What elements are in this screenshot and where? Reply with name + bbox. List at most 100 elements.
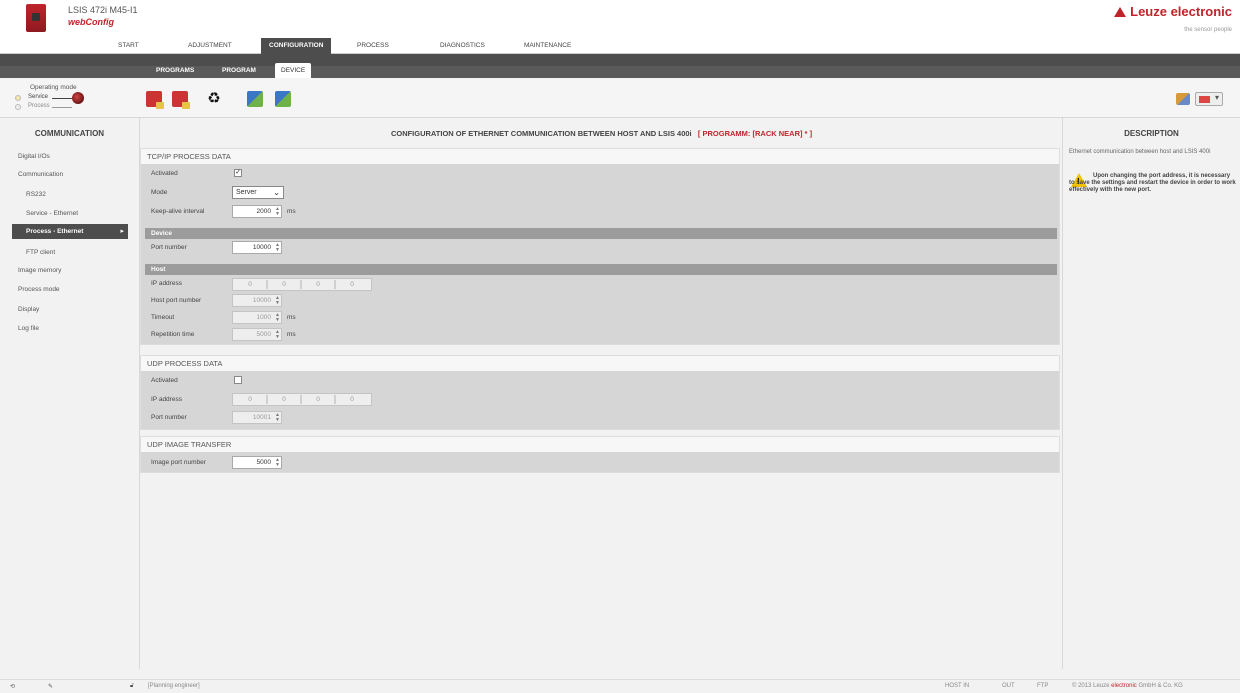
- operating-mode-label: Operating mode: [30, 84, 77, 91]
- spinner-icon[interactable]: ▲ ▼: [275, 243, 280, 253]
- status-host-in: HOST IN: [945, 683, 970, 689]
- image-port-input[interactable]: 5000 ▲ ▼: [232, 456, 282, 469]
- host-subheader: Host: [145, 264, 1057, 275]
- process-indicator-icon: [15, 104, 21, 110]
- copyright-brand: electronic: [1111, 683, 1137, 689]
- ip-octet-2: 0: [282, 396, 286, 403]
- service-mode-option[interactable]: Service: [28, 94, 48, 100]
- spinner-icon[interactable]: ▲ ▼: [275, 313, 280, 323]
- timeout-unit: ms: [287, 314, 296, 321]
- keepalive-input[interactable]: 2000 ▲ ▼: [232, 205, 282, 218]
- repetition-input[interactable]: 5000 ▲ ▼: [232, 328, 282, 341]
- sidebar-item-ftp-client[interactable]: FTP client: [26, 249, 55, 256]
- sidebar-title: COMMUNICATION: [34, 129, 105, 138]
- sidebar-item-label: Process - Ethernet: [26, 228, 84, 235]
- host-ip-input[interactable]: 0 0 0 0: [232, 278, 372, 291]
- timeout-label: Timeout: [151, 314, 175, 321]
- tab-diagnostics[interactable]: DIAGNOSTICS: [432, 38, 493, 54]
- host-subheader-label: Host: [151, 266, 166, 273]
- sidebar-item-log-file[interactable]: Log file: [18, 325, 39, 332]
- user-icon[interactable]: [1176, 93, 1190, 105]
- process-line: [52, 107, 72, 108]
- timeout-input[interactable]: 1000 ▲ ▼: [232, 311, 282, 324]
- tab-maintenance[interactable]: MAINTENANCE: [516, 38, 579, 54]
- page-title-text: CONFIGURATION OF ETHERNET COMMUNICATION …: [390, 129, 692, 138]
- program-reference: [ PROGRAMM: [RACK NEAR] * ]: [697, 129, 813, 138]
- host-port-input[interactable]: 10000 ▲ ▼: [232, 294, 282, 307]
- download-config-button[interactable]: [146, 91, 164, 109]
- tab-start[interactable]: START: [110, 38, 147, 54]
- status-out: OUT: [1002, 683, 1015, 689]
- sidebar-item-process-ethernet[interactable]: Process - Ethernet ▸: [12, 224, 128, 239]
- ip-separator: [334, 395, 336, 404]
- tcpip-activated-label: Activated: [151, 170, 178, 177]
- copyright: © 2013 Leuze electronic GmbH & Co. KG: [1072, 683, 1183, 689]
- sidebar-item-rs232[interactable]: RS232: [26, 191, 46, 198]
- status-ftp: FTP: [1037, 683, 1049, 689]
- spinner-icon[interactable]: ▲ ▼: [275, 413, 280, 423]
- chevron-down-icon: ⌄: [273, 188, 280, 197]
- udp-port-label: Port number: [151, 414, 187, 421]
- app-name: webConfig: [68, 17, 114, 27]
- tab-configuration[interactable]: CONFIGURATION: [261, 38, 332, 54]
- device-image: [26, 4, 46, 32]
- udp-ip-input[interactable]: 0 0 0 0: [232, 393, 372, 406]
- spinner-icon[interactable]: ▲ ▼: [275, 296, 280, 306]
- repetition-value: 5000: [256, 331, 271, 338]
- tab-process[interactable]: PROCESS: [349, 38, 397, 54]
- image-port-value: 5000: [256, 459, 271, 466]
- port-number-input[interactable]: 10000 ▲ ▼: [232, 241, 282, 254]
- lock-icon: 🔓︎: [130, 683, 134, 689]
- sidebar-item-service-ethernet[interactable]: Service - Ethernet: [26, 210, 78, 217]
- subtab-device[interactable]: DEVICE: [275, 63, 312, 78]
- keepalive-value: 2000: [256, 208, 271, 215]
- spinner-icon[interactable]: ▲ ▼: [275, 458, 280, 468]
- udp-section-body: Activated IP address 0 0 0 0 Port number…: [141, 371, 1059, 429]
- udp-image-section-body: Image port number 5000 ▲ ▼: [141, 452, 1059, 472]
- export-button[interactable]: [275, 91, 291, 107]
- edit-icon[interactable]: ✎: [48, 683, 53, 690]
- tab-adjustment[interactable]: ADJUSTMENT: [180, 38, 240, 54]
- mode-select[interactable]: Server ⌄: [232, 186, 284, 199]
- sidebar-item-process-mode[interactable]: Process mode: [18, 286, 60, 293]
- tcpip-section-header: TCP/IP PROCESS DATA: [141, 149, 1059, 164]
- brand-logo: Leuze electronic: [1114, 4, 1232, 19]
- description-title: DESCRIPTION: [1124, 129, 1179, 138]
- user-role: [Planning engineer]: [148, 683, 200, 689]
- port-number-label: Port number: [151, 244, 187, 251]
- sidebar-item-communication[interactable]: Communication: [18, 171, 63, 178]
- port-number-value: 10000: [252, 244, 271, 251]
- ip-separator: [300, 280, 302, 289]
- ip-octet-4: 0: [350, 281, 354, 288]
- udp-port-input[interactable]: 10001 ▲ ▼: [232, 411, 282, 424]
- copyright-prefix: © 2013 Leuze: [1072, 683, 1110, 689]
- sidebar-item-digital-ios[interactable]: Digital I/Os: [18, 153, 50, 160]
- subtab-programs[interactable]: PROGRAMS: [150, 63, 200, 78]
- udp-image-section: UDP IMAGE TRANSFER Image port number 500…: [140, 436, 1060, 473]
- mode-switch-knob[interactable]: [72, 92, 84, 104]
- spinner-icon[interactable]: ▲ ▼: [275, 330, 280, 340]
- tcpip-activated-checkbox[interactable]: ✓: [234, 169, 242, 177]
- language-select[interactable]: [1195, 92, 1223, 106]
- upload-config-button[interactable]: [172, 91, 190, 109]
- spinner-icon[interactable]: ▲ ▼: [275, 207, 280, 217]
- ip-octet-2: 0: [282, 281, 286, 288]
- udp-activated-label: Activated: [151, 377, 178, 384]
- udp-image-section-title: UDP IMAGE TRANSFER: [147, 440, 232, 449]
- sidebar-item-image-memory[interactable]: Image memory: [18, 267, 61, 274]
- chevron-right-icon: ▸: [120, 228, 124, 235]
- udp-activated-checkbox[interactable]: [234, 376, 242, 384]
- sidebar-item-display[interactable]: Display: [18, 306, 39, 313]
- import-button[interactable]: [247, 91, 263, 107]
- copyright-suffix: GmbH & Co. KG: [1138, 683, 1183, 689]
- repetition-label: Repetition time: [151, 331, 195, 338]
- description-text: Ethernet communication between host and …: [1069, 149, 1211, 155]
- subtab-program[interactable]: PROGRAM: [216, 63, 262, 78]
- brand-name: Leuze electronic: [1130, 4, 1232, 19]
- refresh-icon[interactable]: ⟲: [10, 683, 15, 690]
- process-mode-option[interactable]: Process: [28, 103, 50, 109]
- toolbar: Operating mode Service Process ♻: [0, 78, 1240, 118]
- keepalive-unit: ms: [287, 208, 296, 215]
- host-port-label: Host port number: [151, 297, 202, 304]
- recycle-icon[interactable]: ♻: [206, 91, 222, 107]
